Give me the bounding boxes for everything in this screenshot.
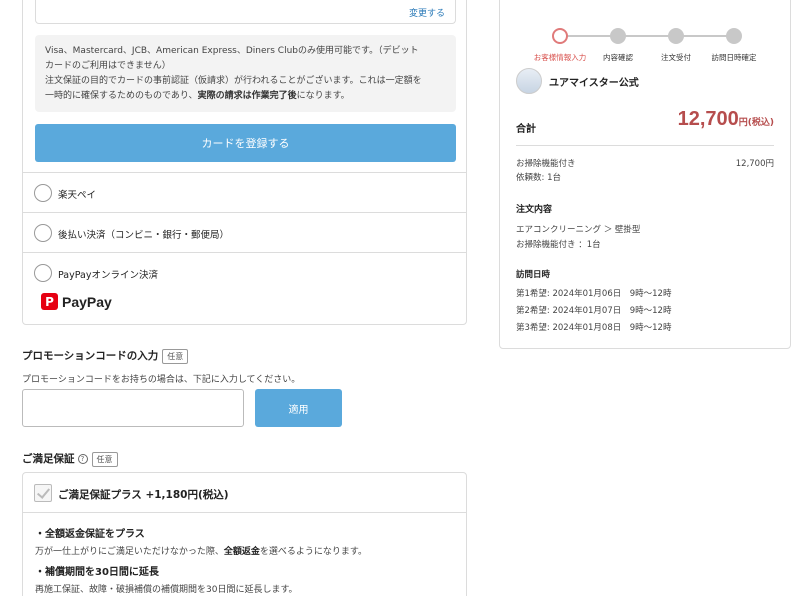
change-card-link[interactable]: 変更する xyxy=(409,6,445,19)
guarantee-title: ご満足保証 xyxy=(22,453,75,465)
notice-line-4-bold: 実際の請求は作業完了後 xyxy=(197,91,297,101)
notice-line-3: 注文保証の目的でカードの事前認証（仮請求）が行われることがございます。これは一定… xyxy=(45,76,422,86)
guarantee-item-2-desc: 再施工保証、故障・破損補償の補償期間を30日間に延長します。 xyxy=(35,585,298,595)
guarantee-section-title: ご満足保証? 任意 xyxy=(22,451,118,467)
promo-title: プロモーションコードの入力 xyxy=(22,350,159,362)
guarantee-item-2-title: ・補償期間を30日間に延長 xyxy=(35,567,159,578)
guarantee-item-1-desc-post: を選べるようになります。 xyxy=(259,547,367,557)
option-label-paypay: PayPayオンライン決済 xyxy=(58,270,158,281)
total-amount-tax: 円(税込) xyxy=(738,118,774,128)
visit-choice-3: 第3希望: 2024年01月08日 9時〜12時 xyxy=(516,323,672,333)
paypay-logo: P PayPay xyxy=(41,293,112,310)
promo-code-input[interactable] xyxy=(22,389,244,427)
help-icon[interactable]: ? xyxy=(77,454,88,464)
notice-line-4: 一時的に確保するためのものであり、実際の請求は作業完了後になります。 xyxy=(45,89,446,104)
payment-option-rakuten-pay[interactable]: 楽天ペイ xyxy=(23,172,466,212)
line-item-name: お掃除機能付き xyxy=(516,159,576,169)
summary-divider xyxy=(516,145,774,146)
visit-heading: 訪問日時 xyxy=(516,270,551,280)
paypay-mark-icon: P xyxy=(41,293,58,310)
step-label-4: 訪問日時確定 xyxy=(711,53,757,62)
guarantee-optional-tag: 任意 xyxy=(91,451,118,467)
radio-rakuten-pay[interactable] xyxy=(34,184,52,202)
guarantee-plan-label: ご満足保証プラス +1,180円(税込) xyxy=(58,489,229,501)
notice-line-1: Visa、Mastercard、JCB、American Express、Din… xyxy=(45,46,419,56)
card-notice: Visa、Mastercard、JCB、American Express、Din… xyxy=(35,35,456,112)
order-summary-panel: お客様情報入力 内容確認 注文受付 訪問日時確定 ユアマイスター公式 合計 12… xyxy=(499,0,791,349)
payment-option-paypay[interactable]: PayPayオンライン決済 P PayPay xyxy=(23,252,466,324)
radio-paypay[interactable] xyxy=(34,264,52,282)
shop-name: ユアマイスター公式 xyxy=(549,77,639,89)
register-card-button[interactable]: カードを登録する xyxy=(35,124,456,162)
radio-deferred-payment[interactable] xyxy=(34,224,52,242)
line-item-qty: 依頼数: 1台 xyxy=(516,173,561,183)
progress-line xyxy=(560,35,734,37)
guarantee-checkbox[interactable] xyxy=(34,484,52,502)
option-label-deferred: 後払い決済（コンビニ・銀行・郵便局） xyxy=(58,230,230,241)
payment-option-deferred[interactable]: 後払い決済（コンビニ・銀行・郵便局） xyxy=(23,212,466,252)
progress-steps: お客様情報入力 内容確認 注文受付 訪問日時確定 xyxy=(500,13,792,62)
guarantee-item-1-desc: 万が一仕上がりにご満足いただけなかった際、全額返金を選べるようになります。 xyxy=(35,544,367,557)
order-detail: お掃除機能付き ：1台 xyxy=(516,240,601,250)
promo-section-title: プロモーションコードの入力 任意 xyxy=(22,348,189,364)
notice-line-2: カードのご利用はできません） xyxy=(45,61,171,71)
order-heading: 注文内容 xyxy=(516,205,553,215)
visit-choice-1: 第1希望: 2024年01月06日 9時〜12時 xyxy=(516,289,672,299)
shop-row: ユアマイスター公式 xyxy=(516,68,639,94)
guarantee-panel: ご満足保証プラス +1,180円(税込) ・全額返金保証をプラス 万が一仕上がり… xyxy=(22,472,467,596)
guarantee-item-1-desc-bold: 全額返金 xyxy=(223,547,260,557)
option-label-rakuten-pay: 楽天ペイ xyxy=(58,190,97,201)
payment-method-panel: 変更する Visa、Mastercard、JCB、American Expres… xyxy=(22,0,467,325)
step-dot-3 xyxy=(668,28,684,44)
step-dot-4 xyxy=(726,28,742,44)
notice-line-4-post: になります。 xyxy=(296,91,350,101)
paypay-logo-text: PayPay xyxy=(62,293,112,310)
guarantee-item-1-title: ・全額返金保証をプラス xyxy=(35,529,145,540)
line-item-price: 12,700円 xyxy=(735,159,774,169)
visit-choice-2: 第2希望: 2024年01月07日 9時〜12時 xyxy=(516,306,672,316)
total-amount-number: 12,700 xyxy=(677,108,739,130)
apply-promo-button[interactable]: 適用 xyxy=(255,389,342,427)
order-category: エアコンクリーニング ＞ 壁掛型 xyxy=(516,225,641,235)
total-amount: 12,700円(税込) xyxy=(678,108,774,131)
step-dot-1 xyxy=(552,28,568,44)
guarantee-item-1-desc-pre: 万が一仕上がりにご満足いただけなかった際、 xyxy=(35,547,224,557)
promo-optional-tag: 任意 xyxy=(162,348,189,364)
notice-line-4-pre: 一時的に確保するためのものであり、 xyxy=(45,91,198,101)
registered-card-box: 変更する xyxy=(35,0,456,24)
step-dot-2 xyxy=(610,28,626,44)
guarantee-plan-row[interactable]: ご満足保証プラス +1,180円(税込) xyxy=(23,473,466,513)
shop-avatar xyxy=(516,68,542,94)
promo-description: プロモーションコードをお持ちの場合は、下記に入力してください。 xyxy=(22,375,301,385)
total-label: 合計 xyxy=(516,124,536,135)
